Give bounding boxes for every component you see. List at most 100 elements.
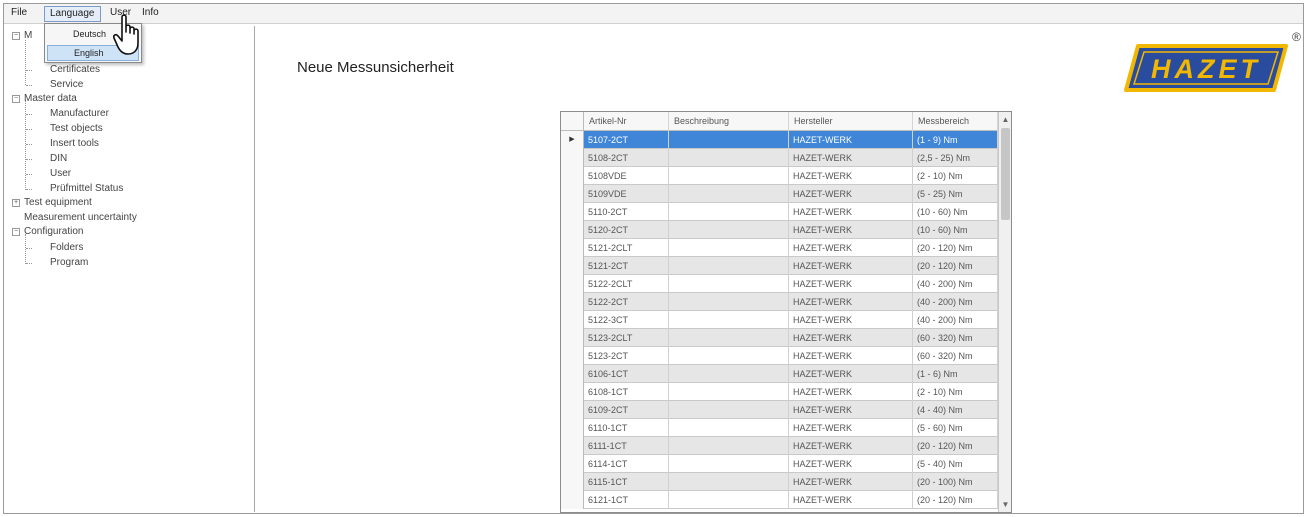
cell-artikel[interactable]: 5110-2CT [584,203,669,221]
cell-messbereich[interactable]: (4 - 40) Nm [913,401,998,419]
table-row[interactable]: 6108-1CT HAZET-WERK (2 - 10) Nm [561,383,998,401]
tree-node-program[interactable]: Program [50,257,88,269]
menu-file[interactable]: File [6,6,32,22]
row-selector[interactable] [561,437,584,455]
row-selector[interactable] [561,401,584,419]
cell-beschreibung[interactable] [669,311,789,329]
row-selector[interactable] [561,473,584,491]
cell-artikel[interactable]: 5120-2CT [584,221,669,239]
expand-icon[interactable]: + [12,199,20,207]
table-row[interactable]: 5109VDE HAZET-WERK (5 - 25) Nm [561,185,998,203]
cell-artikel[interactable]: 5108-2CT [584,149,669,167]
scroll-down-icon[interactable]: ▼ [999,498,1011,511]
cell-messbereich[interactable]: (1 - 9) Nm [913,131,998,149]
tree-node-test-equipment[interactable]: Test equipment [24,197,92,209]
cell-beschreibung[interactable] [669,347,789,365]
collapse-icon[interactable]: − [12,95,20,103]
article-grid[interactable]: Artikel-Nr Beschreibung Hersteller Messb… [560,111,1012,513]
cell-beschreibung[interactable] [669,131,789,149]
cell-messbereich[interactable]: (40 - 200) Nm [913,275,998,293]
row-selector[interactable] [561,185,584,203]
cell-beschreibung[interactable] [669,257,789,275]
column-header-beschreibung[interactable]: Beschreibung [669,112,789,131]
table-row[interactable]: ▶ 5107-2CT HAZET-WERK (1 - 9) Nm [561,131,998,149]
table-row[interactable]: 5108VDE HAZET-WERK (2 - 10) Nm [561,167,998,185]
cell-beschreibung[interactable] [669,221,789,239]
table-row[interactable]: 6106-1CT HAZET-WERK (1 - 6) Nm [561,365,998,383]
cell-hersteller[interactable]: HAZET-WERK [789,311,913,329]
table-row[interactable]: 6111-1CT HAZET-WERK (20 - 120) Nm [561,437,998,455]
cell-hersteller[interactable]: HAZET-WERK [789,293,913,311]
cell-hersteller[interactable]: HAZET-WERK [789,365,913,383]
row-selector[interactable] [561,347,584,365]
row-selector[interactable] [561,455,584,473]
cell-messbereich[interactable]: (60 - 320) Nm [913,347,998,365]
cell-artikel[interactable]: 5123-2CT [584,347,669,365]
cell-beschreibung[interactable] [669,473,789,491]
table-row[interactable]: 5122-3CT HAZET-WERK (40 - 200) Nm [561,311,998,329]
cell-messbereich[interactable]: (40 - 200) Nm [913,311,998,329]
cell-artikel[interactable]: 5122-2CT [584,293,669,311]
cell-beschreibung[interactable] [669,275,789,293]
tree-node-din[interactable]: DIN [50,153,67,165]
cell-artikel[interactable]: 6121-1CT [584,491,669,509]
collapse-icon[interactable]: − [12,228,20,236]
row-selector[interactable] [561,365,584,383]
cell-messbereich[interactable]: (20 - 120) Nm [913,239,998,257]
tree-node-certificates[interactable]: Certificates [50,64,100,76]
table-row[interactable]: 5121-2CLT HAZET-WERK (20 - 120) Nm [561,239,998,257]
table-row[interactable]: 5110-2CT HAZET-WERK (10 - 60) Nm [561,203,998,221]
table-row[interactable]: 5122-2CT HAZET-WERK (40 - 200) Nm [561,293,998,311]
column-header-artikel[interactable]: Artikel-Nr [584,112,669,131]
cell-artikel[interactable]: 5122-2CLT [584,275,669,293]
cell-beschreibung[interactable] [669,293,789,311]
cell-artikel[interactable]: 6109-2CT [584,401,669,419]
cell-beschreibung[interactable] [669,239,789,257]
row-selector[interactable] [561,167,584,185]
row-selector[interactable] [561,419,584,437]
table-row[interactable]: 5123-2CT HAZET-WERK (60 - 320) Nm [561,347,998,365]
cell-messbereich[interactable]: (20 - 100) Nm [913,473,998,491]
cell-hersteller[interactable]: HAZET-WERK [789,221,913,239]
cell-messbereich[interactable]: (5 - 25) Nm [913,185,998,203]
cell-hersteller[interactable]: HAZET-WERK [789,401,913,419]
table-row[interactable]: 5120-2CT HAZET-WERK (10 - 60) Nm [561,221,998,239]
cell-messbereich[interactable]: (10 - 60) Nm [913,221,998,239]
row-selector[interactable] [561,257,584,275]
row-selector[interactable] [561,383,584,401]
tree-node-manufacturer[interactable]: Manufacturer [50,108,109,120]
tree-node-test-objects[interactable]: Test objects [50,123,103,135]
row-selector[interactable] [561,149,584,167]
cell-hersteller[interactable]: HAZET-WERK [789,203,913,221]
cell-hersteller[interactable]: HAZET-WERK [789,473,913,491]
table-row[interactable]: 5108-2CT HAZET-WERK (2,5 - 25) Nm [561,149,998,167]
row-selector[interactable] [561,293,584,311]
cell-messbereich[interactable]: (20 - 120) Nm [913,257,998,275]
cell-messbereich[interactable]: (2 - 10) Nm [913,167,998,185]
cell-hersteller[interactable]: HAZET-WERK [789,149,913,167]
cell-beschreibung[interactable] [669,167,789,185]
table-row[interactable]: 5122-2CLT HAZET-WERK (40 - 200) Nm [561,275,998,293]
cell-beschreibung[interactable] [669,419,789,437]
tree-node-pruefmittel-status[interactable]: Prüfmittel Status [50,183,123,195]
cell-hersteller[interactable]: HAZET-WERK [789,131,913,149]
cell-messbereich[interactable]: (10 - 60) Nm [913,203,998,221]
table-row[interactable]: 5123-2CLT HAZET-WERK (60 - 320) Nm [561,329,998,347]
cell-hersteller[interactable]: HAZET-WERK [789,275,913,293]
cell-hersteller[interactable]: HAZET-WERK [789,437,913,455]
cell-hersteller[interactable]: HAZET-WERK [789,239,913,257]
menu-language[interactable]: Language [44,6,101,22]
tree-node-root[interactable]: M [24,30,32,42]
grid-scrollbar[interactable]: ▲ ▼ [998,112,1011,512]
row-selector[interactable]: ▶ [561,131,584,149]
cell-messbereich[interactable]: (40 - 200) Nm [913,293,998,311]
cell-artikel[interactable]: 5107-2CT [584,131,669,149]
cell-messbereich[interactable]: (5 - 40) Nm [913,455,998,473]
cell-messbereich[interactable]: (1 - 6) Nm [913,365,998,383]
tree-node-configuration[interactable]: Configuration [24,226,83,238]
cell-messbereich[interactable]: (5 - 60) Nm [913,419,998,437]
tree-node-insert-tools[interactable]: Insert tools [50,138,99,150]
cell-beschreibung[interactable] [669,437,789,455]
cell-hersteller[interactable]: HAZET-WERK [789,329,913,347]
table-row[interactable]: 5121-2CT HAZET-WERK (20 - 120) Nm [561,257,998,275]
